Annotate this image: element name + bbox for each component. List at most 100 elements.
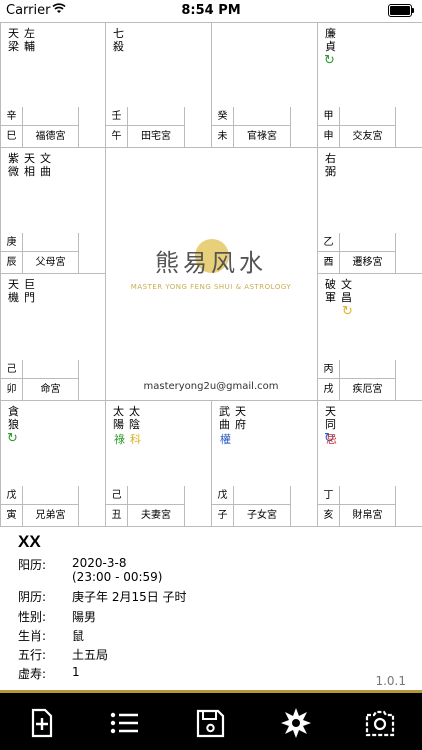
blank-slot <box>23 360 79 379</box>
palace-cell-wu[interactable]: 七殺壬午田宅宮 <box>105 22 212 148</box>
star-name: 廉貞 <box>325 27 336 53</box>
camera-icon[interactable] <box>364 707 396 739</box>
star-names: 武曲天府 <box>219 405 251 431</box>
blank-slot <box>340 233 396 252</box>
info-value: 鼠 <box>72 629 85 643</box>
logo-english: MASTER YONG FENG SHUI & ASTROLOGY <box>130 283 292 291</box>
palace-footer: 癸未官祿宮 <box>212 107 317 147</box>
palace-name: 遷移宮 <box>340 252 396 273</box>
star-name: 巨門 <box>24 278 35 304</box>
blank-slot <box>340 486 396 505</box>
heavenly-stem: 甲 <box>318 107 340 126</box>
contact-email[interactable]: masteryong2u@gmail.com <box>105 381 317 392</box>
corner-slot <box>395 486 422 526</box>
save-icon[interactable] <box>194 707 226 739</box>
heavenly-stem: 戊 <box>212 486 234 505</box>
status-bar: Carrier 8:54 PM <box>0 0 422 22</box>
star-names: 紫微天 相文曲 <box>8 152 56 178</box>
blank-slot <box>23 486 79 505</box>
palace-cell-hai[interactable]: 天同 ↻ 忌丁亥財帛宮 <box>317 400 422 527</box>
blank-slot <box>23 107 79 126</box>
cycle-icon: ↻ <box>342 304 353 319</box>
palace-name: 子女宮 <box>234 505 291 526</box>
earthly-branch: 未 <box>212 126 234 147</box>
transformation-label: 科 <box>130 433 141 446</box>
star-names: 太陽太陰 <box>113 405 145 431</box>
palace-name: 命宮 <box>23 379 79 400</box>
palace-cell-yin[interactable]: 貪狼 ↻ 戊寅兄弟宮 <box>0 400 106 527</box>
earthly-branch: 申 <box>318 126 340 147</box>
transformation-label: 祿 <box>114 433 125 446</box>
palace-name: 福德宮 <box>23 126 79 147</box>
palace-name: 兄弟宮 <box>23 505 79 526</box>
star-name: 武曲 <box>219 405 230 431</box>
star-name: 左輔 <box>24 27 35 53</box>
earthly-branch: 辰 <box>1 252 23 273</box>
star-names: 破軍文昌 <box>325 278 357 304</box>
palace-cell-si[interactable]: 天梁左輔辛巳福德宮 <box>0 22 106 148</box>
palace-cell-mao[interactable]: 天機巨門己卯命宮 <box>0 273 106 401</box>
star-name: 貪狼 <box>8 405 19 431</box>
palace-name: 疾厄宮 <box>340 379 396 400</box>
corner-slot <box>184 107 211 147</box>
star-name: 紫微 <box>8 152 19 178</box>
heavenly-stem: 己 <box>106 486 128 505</box>
transformation-label: 權 <box>220 433 231 446</box>
bottom-toolbar <box>0 690 422 750</box>
info-value: 2020-3-8 <box>72 556 127 570</box>
ziwei-chart: 熊易风水 MASTER YONG FENG SHUI & ASTROLOGY m… <box>0 22 422 527</box>
corner-slot <box>395 107 422 147</box>
palace-footer: 甲申交友宮 <box>318 107 422 147</box>
star-names: 廉貞 <box>325 27 341 53</box>
palace-footer: 丁亥財帛宮 <box>318 486 422 526</box>
palace-cell-xu[interactable]: 破軍文昌 ↻ 丙戌疾厄宮 <box>317 273 422 401</box>
corner-slot <box>78 360 105 400</box>
palace-name: 田宅宮 <box>128 126 185 147</box>
info-value: 土五局 <box>72 648 109 662</box>
palace-cell-chen[interactable]: 紫微天 相文曲庚辰父母宮 <box>0 147 106 274</box>
star-name: 天梁 <box>8 27 19 53</box>
corner-slot <box>78 486 105 526</box>
palace-footer: 乙酉遷移宮 <box>318 233 422 273</box>
palace-name: 官祿宮 <box>234 126 291 147</box>
cycle-icon: ↻ <box>324 53 335 68</box>
heavenly-stem: 癸 <box>212 107 234 126</box>
brand-logo: 熊易风水 MASTER YONG FENG SHUI & ASTROLOGY <box>113 239 309 303</box>
palace-cell-chou[interactable]: 太陽太陰祿科己丑夫妻宮 <box>105 400 212 527</box>
info-key: 阴历: <box>18 590 47 604</box>
info-value: 1 <box>72 665 80 679</box>
palace-cell-you[interactable]: 右弼乙酉遷移宮 <box>317 147 422 274</box>
earthly-branch: 戌 <box>318 379 340 400</box>
info-value: (23:00 - 00:59) <box>72 570 163 584</box>
palace-cell-shen[interactable]: 廉貞 ↻ 甲申交友宮 <box>317 22 422 148</box>
info-key: 生肖: <box>18 629 47 643</box>
star-name: 天相 <box>24 152 35 178</box>
blank-slot <box>340 107 396 126</box>
corner-slot <box>184 486 211 526</box>
star-name: 太陰 <box>129 405 140 431</box>
info-key: 五行: <box>18 648 47 662</box>
palace-footer: 戊子子女宮 <box>212 486 317 526</box>
earthly-branch: 卯 <box>1 379 23 400</box>
app-version: 1.0.1 <box>375 674 406 688</box>
birth-info-panel: XX 阳历: 2020-3-8 (23:00 - 00:59) 阴历: 庚子年 2月15… <box>0 526 422 690</box>
earthly-branch: 午 <box>106 126 128 147</box>
palace-cell-zi[interactable]: 武曲天府權戊子子女宮 <box>211 400 318 527</box>
star-name: 右弼 <box>325 152 336 178</box>
person-name: XX <box>18 532 41 551</box>
corner-slot <box>290 486 317 526</box>
star-name: 天府 <box>235 405 246 431</box>
heavenly-stem: 乙 <box>318 233 340 252</box>
earthly-branch: 巳 <box>1 126 23 147</box>
corner-slot <box>78 233 105 273</box>
add-document-icon[interactable] <box>26 707 58 739</box>
star-name: 太陽 <box>113 405 124 431</box>
info-key: 性别: <box>18 610 47 624</box>
heavenly-stem: 戊 <box>1 486 23 505</box>
palace-cell-wei[interactable]: 癸未官祿宮 <box>211 22 318 148</box>
list-icon[interactable] <box>108 707 140 739</box>
star-name: 文昌 <box>341 278 352 304</box>
info-key: 阳历: <box>18 558 47 572</box>
clock: 8:54 PM <box>181 3 241 18</box>
star-burst-icon[interactable] <box>280 707 312 739</box>
